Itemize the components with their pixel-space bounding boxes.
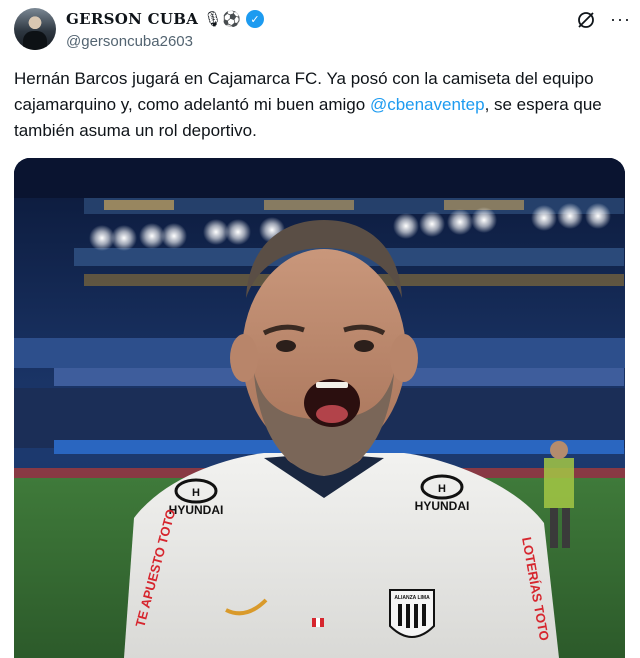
- tweet-text: Hernán Barcos jugará en Cajamarca FC. Ya…: [14, 66, 614, 144]
- tweet-header: GERSON CUBA 🎙⚽ ✓ @gersoncuba2603 ···: [12, 6, 631, 56]
- svg-text:H: H: [438, 483, 446, 495]
- mention-link[interactable]: @cbenaventep: [370, 95, 485, 114]
- author-name-row: GERSON CUBA 🎙⚽ ✓: [66, 10, 264, 28]
- tweet-photo[interactable]: H HYUNDAI H HYUNDAI TE APUESTO TOTO LOTE…: [14, 158, 625, 658]
- verified-badge-icon[interactable]: ✓: [245, 10, 264, 28]
- svg-text:H: H: [192, 487, 200, 499]
- grok-icon[interactable]: [576, 10, 596, 30]
- author-handle[interactable]: @gersoncuba2603: [66, 33, 193, 50]
- microphone-soccer-emoji-icon: 🎙⚽: [203, 10, 241, 28]
- more-options-icon[interactable]: ···: [610, 9, 631, 30]
- sponsor-right-text: HYUNDAI: [415, 499, 470, 513]
- photo-illustration: H HYUNDAI H HYUNDAI TE APUESTO TOTO LOTE…: [14, 158, 625, 658]
- author-name[interactable]: GERSON CUBA: [66, 10, 198, 28]
- crest-label: ALIANZA LIMA: [394, 595, 430, 601]
- avatar[interactable]: [14, 8, 56, 50]
